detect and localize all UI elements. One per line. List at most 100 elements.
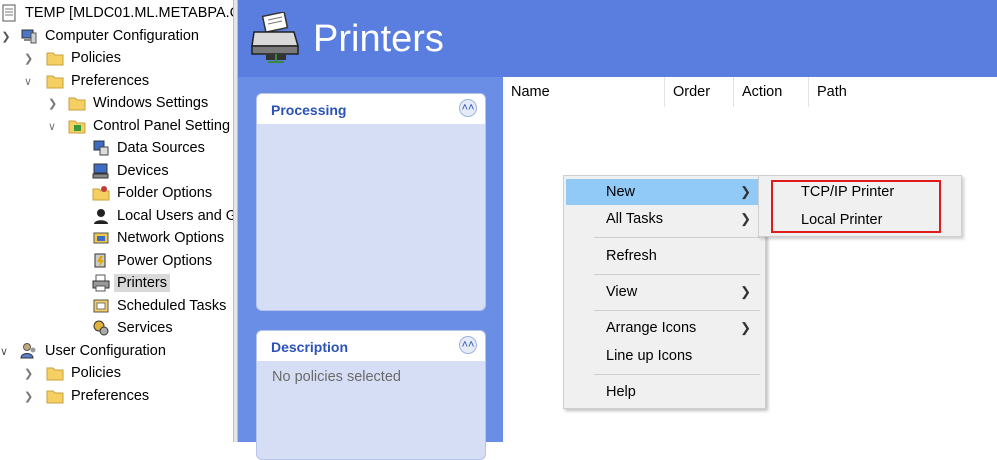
processing-box: Processing ˄˄ [256,93,486,311]
network-icon [93,232,109,244]
tree-label: Printers [114,274,170,292]
collapse-icon[interactable]: ˄˄ [459,99,477,117]
tree-item-windows-settings[interactable]: ❯ Windows Settings [48,92,211,114]
computer-icon [21,29,37,44]
processing-header[interactable]: Processing ˄˄ [257,94,485,124]
tree-label: User Configuration [45,343,166,359]
task-pane: Processing ˄˄ Description ˄˄ No policies… [238,77,503,460]
tree-item-user-preferences[interactable]: ❯ Preferences [24,385,152,407]
highlight-callout-box [771,180,941,233]
user-config-icon [20,343,36,359]
menu-item-label: Refresh [606,248,657,264]
tree-item-local-users[interactable]: Local Users and G [92,205,233,227]
menu-item-label: Line up Icons [606,348,693,364]
document-icon [2,4,16,22]
menu-item-label: Arrange Icons [606,320,697,336]
folder-icon [46,367,64,381]
chevron-right-icon: ❯ [740,320,751,335]
tree-item-data-sources[interactable]: Data Sources [92,137,208,159]
tree-label: Computer Configuration [45,28,199,44]
tree-item-services[interactable]: Services [92,317,176,339]
chevron-down-icon[interactable]: ∨ [24,75,36,88]
tree-label: Devices [117,163,169,179]
tree-item-printers[interactable]: Printers [92,272,170,294]
tree-label: Preferences [71,73,150,89]
tree-item-devices[interactable]: Devices [92,160,172,182]
description-text: No policies selected [272,369,401,385]
tree-label: Power Options [117,253,213,269]
menu-separator [594,274,760,275]
menu-separator [594,237,760,238]
chevron-right-icon[interactable]: ❯ [24,390,36,403]
tree-label: Data Sources [117,140,205,156]
tree-item-preferences[interactable]: ∨ Preferences [24,70,152,92]
devices-icon [92,163,109,179]
folder-icon [68,97,86,111]
tree-label: Preferences [71,388,150,404]
chevron-right-icon[interactable]: ❯ [48,97,60,110]
tree-item-user-configuration[interactable]: ∨ User Configuration [0,340,169,362]
column-header-order[interactable]: Order [665,77,734,107]
column-header-path[interactable]: Path [809,77,997,107]
control-panel-folder-icon [68,120,86,134]
menu-item-all-tasks[interactable]: All Tasks ❯ [566,206,763,232]
tree-label: Windows Settings [93,95,209,111]
chevron-down-icon[interactable]: ∨ [0,345,12,358]
menu-item-help[interactable]: Help [566,379,763,405]
tree-item-computer-configuration[interactable]: ❯ Computer Configuration [0,25,202,47]
printer-icon [251,12,299,63]
menu-item-refresh[interactable]: Refresh [566,243,763,269]
description-title: Description [271,339,349,355]
folder-icon [46,390,64,404]
menu-separator [594,374,760,375]
column-header-name[interactable]: Name [503,77,665,107]
processing-title: Processing [271,102,347,118]
navigation-tree: TEMP [MLDC01.ML.METABPA.C ❯ Computer Con… [0,0,233,442]
collapse-icon[interactable]: ˄˄ [459,336,477,354]
tree-label: Policies [71,50,121,66]
menu-separator [594,310,760,311]
description-header[interactable]: Description ˄˄ [257,331,485,361]
tree-item-policies[interactable]: ❯ Policies [24,47,124,69]
tree-item-folder-options[interactable]: Folder Options [92,182,215,204]
chevron-right-icon: ❯ [740,284,751,299]
column-header-action[interactable]: Action [734,77,809,107]
menu-item-label: All Tasks [606,211,663,227]
details-header: Printers [238,0,997,77]
description-box: Description ˄˄ No policies selected [256,330,486,460]
tree-label: Folder Options [117,185,213,201]
menu-item-line-up-icons[interactable]: Line up Icons [566,343,763,369]
menu-item-label: Help [606,384,636,400]
folder-open-icon [46,75,64,89]
tree-label: Network Options [117,230,225,246]
printer-icon [92,274,110,292]
tree-item-power-options[interactable]: Power Options [92,250,215,272]
tree-item-control-panel-settings[interactable]: ∨ Control Panel Setting [48,115,233,137]
chevron-right-icon: ❯ [740,211,751,226]
tree-label: Local Users and G [117,208,233,224]
chevron-right-icon: ❯ [740,184,751,199]
tree-item-network-options[interactable]: Network Options [92,227,227,249]
scheduled-tasks-icon [93,299,109,313]
menu-item-label: View [606,284,638,300]
page-title: Printers [313,18,444,60]
menu-item-label: New [606,184,636,200]
chevron-down-icon[interactable]: ❯ [0,30,12,43]
menu-item-arrange-icons[interactable]: Arrange Icons ❯ [566,315,763,341]
tree-root[interactable]: TEMP [MLDC01.ML.METABPA.C [0,2,233,24]
tree-item-scheduled-tasks[interactable]: Scheduled Tasks [92,295,229,317]
menu-item-view[interactable]: View ❯ [566,279,763,305]
folder-icon [46,52,64,66]
chevron-right-icon[interactable]: ❯ [24,367,36,380]
data-sources-icon [93,140,109,156]
menu-item-new[interactable]: New ❯ [566,179,763,205]
power-icon [94,253,106,268]
chevron-down-icon[interactable]: ∨ [48,120,60,133]
tree-item-user-policies[interactable]: ❯ Policies [24,362,124,384]
tree-label: Scheduled Tasks [117,298,227,314]
folder-options-icon [92,186,110,201]
tree-label: Policies [71,365,121,381]
chevron-right-icon[interactable]: ❯ [24,52,36,65]
tree-root-label: TEMP [MLDC01.ML.METABPA.C [25,5,233,21]
services-icon [93,320,109,336]
